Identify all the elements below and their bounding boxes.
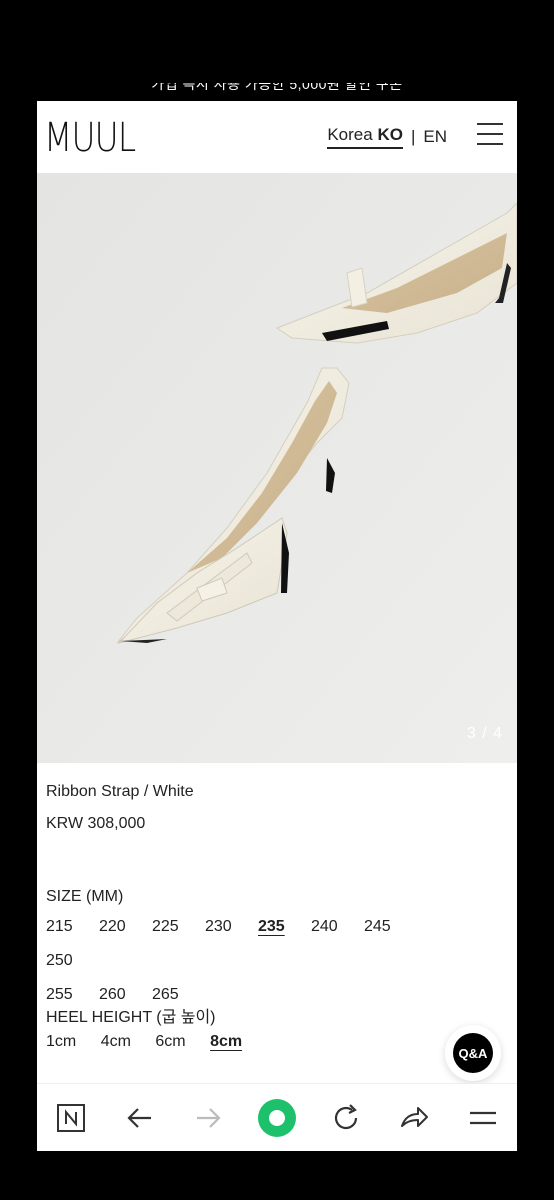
menu-lines-icon[interactable]: [463, 1098, 503, 1138]
lang-en-link[interactable]: EN: [423, 127, 447, 147]
green-dot-icon[interactable]: [257, 1098, 297, 1138]
heel-height-options: 1cm 4cm 6cm 8cm: [46, 1033, 262, 1051]
qa-label: Q&A: [453, 1033, 493, 1073]
size-option[interactable]: 220: [99, 918, 152, 936]
size-option[interactable]: 230: [205, 918, 258, 936]
browser-viewport: 가입 즉시 사용 가능한 5,000원 할인 쿠폰 MUUL Korea KO …: [37, 83, 517, 1151]
promo-text: 가입 즉시 사용 가능한 5,000원 할인 쿠폰: [151, 83, 403, 92]
menu-icon[interactable]: [477, 123, 503, 145]
heel-option[interactable]: 6cm: [155, 1033, 185, 1051]
product-info: Ribbon Strap / White KRW 308,000: [46, 783, 517, 833]
heel-height-title: HEEL HEIGHT (굽 높이): [46, 1009, 216, 1026]
size-option[interactable]: 240: [311, 918, 364, 936]
forward-arrow-icon[interactable]: [188, 1098, 228, 1138]
size-option[interactable]: 215: [46, 918, 99, 936]
size-option[interactable]: 255: [46, 986, 99, 1004]
product-price: KRW 308,000: [46, 815, 146, 832]
shoe-photo: [37, 173, 517, 763]
product-name: Ribbon Strap / White: [46, 783, 194, 800]
size-option[interactable]: 265: [152, 986, 205, 1004]
share-icon[interactable]: [394, 1098, 434, 1138]
size-option[interactable]: 245: [364, 918, 417, 936]
browser-toolbar: [37, 1083, 517, 1151]
size-option[interactable]: 260: [99, 986, 152, 1004]
reload-icon[interactable]: [326, 1098, 366, 1138]
size-option[interactable]: 225: [152, 918, 205, 936]
promo-banner[interactable]: 가입 즉시 사용 가능한 5,000원 할인 쿠폰: [37, 83, 517, 101]
naver-home-icon[interactable]: [51, 1098, 91, 1138]
language-switcher: Korea KO | EN: [327, 125, 447, 149]
lang-korea-label: Korea: [327, 125, 373, 144]
qa-button[interactable]: Q&A: [445, 1025, 501, 1081]
back-arrow-icon[interactable]: [120, 1098, 160, 1138]
size-title: SIZE (MM): [46, 888, 124, 905]
lang-korea-ko-link[interactable]: Korea KO: [327, 125, 403, 149]
lang-separator: |: [410, 127, 416, 146]
heel-option[interactable]: 1cm: [46, 1033, 76, 1051]
product-image[interactable]: 3 / 4: [37, 173, 517, 763]
site-header: MUUL Korea KO | EN: [37, 101, 517, 181]
heel-option[interactable]: 4cm: [101, 1033, 131, 1051]
size-option-selected[interactable]: 235: [258, 918, 311, 936]
heel-option-selected[interactable]: 8cm: [210, 1033, 242, 1051]
gallery-counter: 3 / 4: [466, 725, 503, 742]
size-option[interactable]: 250: [46, 952, 99, 970]
logo[interactable]: MUUL: [44, 115, 136, 161]
lang-ko-label: KO: [377, 125, 403, 144]
